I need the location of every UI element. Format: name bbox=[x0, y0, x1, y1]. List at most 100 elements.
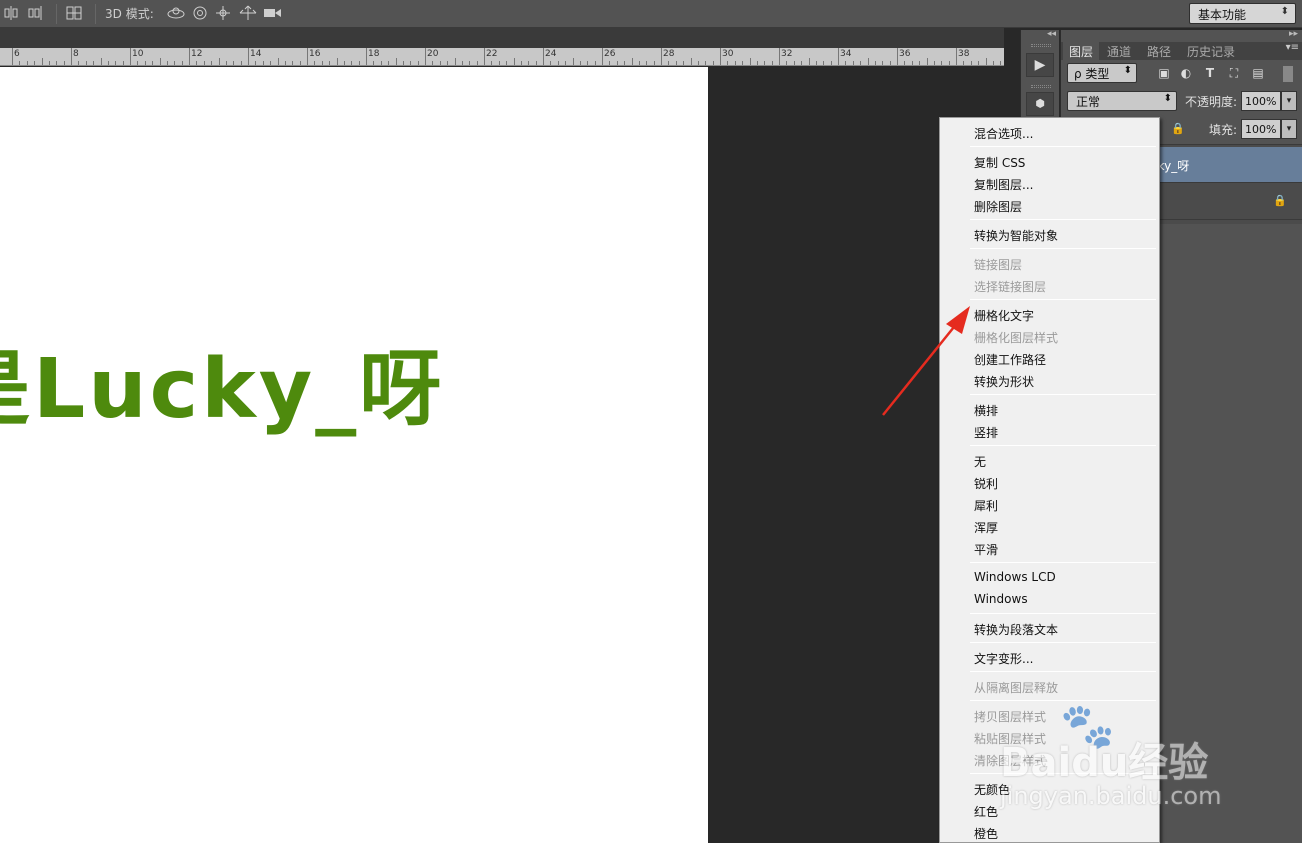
auto-align-layers-icon[interactable] bbox=[66, 5, 82, 21]
menu-item-aa-crisp[interactable]: 犀利 bbox=[974, 497, 998, 514]
collapse-dock-icon[interactable]: ◂◂ bbox=[1047, 29, 1056, 39]
ruler-minor-tick bbox=[410, 61, 412, 65]
menu-item-aa-sharp[interactable]: 锐利 bbox=[974, 475, 998, 492]
document-canvas[interactable]: 是Lucky_呀 bbox=[0, 67, 708, 843]
ruler-label: 34 bbox=[840, 49, 852, 59]
fill-input[interactable]: 100% bbox=[1241, 119, 1281, 139]
play-action-icon[interactable]: ▶ bbox=[1026, 53, 1054, 77]
menu-item-red[interactable]: 红色 bbox=[974, 803, 998, 820]
ruler-minor-tick bbox=[152, 61, 154, 65]
menu-item-convert-paragraph-text[interactable]: 转换为段落文本 bbox=[974, 621, 1058, 638]
tab-paths[interactable]: 路径 bbox=[1141, 42, 1177, 60]
ruler-minor-tick bbox=[911, 61, 913, 65]
menu-item-windows-lcd[interactable]: Windows LCD bbox=[974, 570, 1056, 584]
menu-item-orange[interactable]: 橙色 bbox=[974, 825, 998, 842]
menu-item-aa-none[interactable]: 无 bbox=[974, 453, 986, 470]
panel-menu-icon[interactable]: ▾≡ bbox=[1286, 42, 1299, 53]
filter-toggle-switch[interactable] bbox=[1283, 66, 1293, 82]
ruler-minor-tick bbox=[513, 58, 515, 65]
menu-item-aa-smooth[interactable]: 平滑 bbox=[974, 541, 998, 558]
ruler-label: 28 bbox=[663, 49, 675, 59]
smart-object-filter-icon[interactable]: ▤ bbox=[1251, 66, 1265, 80]
menu-item-windows[interactable]: Windows bbox=[974, 592, 1028, 606]
watermark-brand: Baidu经验 bbox=[1000, 740, 1209, 786]
lock-all-icon[interactable]: 🔒 bbox=[1171, 122, 1185, 135]
ruler-minor-tick bbox=[992, 61, 994, 65]
ruler-major-tick bbox=[779, 48, 780, 65]
ruler-minor-tick bbox=[550, 61, 552, 65]
roll-3d-icon[interactable] bbox=[192, 5, 208, 21]
menu-item-aa-strong[interactable]: 浑厚 bbox=[974, 519, 998, 536]
menu-item-blending-options[interactable]: 混合选项... bbox=[974, 125, 1033, 142]
ruler-major-tick bbox=[248, 48, 249, 65]
ruler-major-tick bbox=[12, 48, 13, 65]
shape-layer-filter-icon[interactable]: ⛶ bbox=[1227, 66, 1241, 80]
ruler-minor-tick bbox=[402, 61, 404, 65]
ruler-label: 20 bbox=[427, 49, 439, 59]
ruler-minor-tick bbox=[638, 61, 640, 65]
3d-panel-icon[interactable]: ⬢ bbox=[1026, 92, 1054, 116]
menu-separator bbox=[970, 248, 1156, 249]
ruler-minor-tick bbox=[100, 58, 102, 65]
menu-item-link-layers: 链接图层 bbox=[974, 258, 1023, 272]
ruler-minor-tick bbox=[845, 61, 847, 65]
align-right-edges-icon[interactable] bbox=[27, 5, 43, 21]
ruler-minor-tick bbox=[933, 61, 935, 65]
ruler-major-tick bbox=[543, 48, 544, 65]
ruler-minor-tick bbox=[557, 61, 559, 65]
ruler-minor-tick bbox=[535, 61, 537, 65]
ruler-label: 14 bbox=[250, 49, 262, 59]
ruler-minor-tick bbox=[727, 61, 729, 65]
align-horizontal-centers-icon[interactable] bbox=[3, 5, 19, 21]
ruler-minor-tick bbox=[166, 61, 168, 65]
horizontal-ruler[interactable]: 6 8 10 12 14 16 18 20 22 24 26 28 30 32 34 36 38 bbox=[0, 48, 1004, 66]
menu-item-warp-text[interactable]: 文字变形... bbox=[974, 650, 1033, 667]
ruler-minor-tick bbox=[34, 61, 36, 65]
blend-mode-select[interactable]: 正常 ⬍ bbox=[1067, 91, 1177, 111]
ruler-minor-tick bbox=[565, 61, 567, 65]
workspace-switcher[interactable]: 基本功能 ⬍ bbox=[1189, 3, 1296, 24]
scale-3d-camera-icon[interactable] bbox=[262, 5, 282, 21]
menu-item-vertical[interactable]: 竖排 bbox=[974, 424, 998, 441]
menu-item-copy-css[interactable]: 复制 CSS bbox=[974, 154, 1025, 171]
ruler-label: 8 bbox=[73, 49, 79, 59]
type-layer-filter-icon[interactable]: T bbox=[1203, 66, 1217, 80]
ruler-minor-tick bbox=[830, 61, 832, 65]
ruler-minor-tick bbox=[683, 61, 685, 65]
ruler-minor-tick bbox=[122, 61, 124, 65]
menu-item-select-linked-layers: 选择链接图层 bbox=[974, 280, 1047, 294]
adjustment-layer-filter-icon[interactable]: ◐ bbox=[1179, 66, 1193, 80]
ruler-minor-tick bbox=[587, 61, 589, 65]
slide-3d-icon[interactable] bbox=[238, 5, 258, 21]
ruler-minor-tick bbox=[823, 61, 825, 65]
ruler-minor-tick bbox=[852, 61, 854, 65]
opacity-input[interactable]: 100% bbox=[1241, 91, 1281, 111]
pixel-layer-filter-icon[interactable]: ▣ bbox=[1157, 66, 1171, 80]
ruler-minor-tick bbox=[801, 61, 803, 65]
ruler-label: 22 bbox=[486, 49, 498, 59]
opacity-dropdown-icon[interactable]: ▾ bbox=[1281, 91, 1297, 111]
ruler-minor-tick bbox=[373, 61, 375, 65]
ruler-minor-tick bbox=[572, 58, 574, 65]
collapse-panel-icon[interactable]: ▸▸ bbox=[1289, 29, 1298, 39]
orbit-3d-icon[interactable] bbox=[166, 5, 186, 21]
layer-filter-select[interactable]: ρ 类型 ⬍ bbox=[1067, 63, 1137, 83]
ruler-minor-tick bbox=[137, 61, 139, 65]
menu-item-delete-layer[interactable]: 删除图层 bbox=[974, 198, 1022, 215]
tab-history[interactable]: 历史记录 bbox=[1181, 42, 1241, 60]
ruler-minor-tick bbox=[756, 61, 758, 65]
tab-layers[interactable]: 图层 bbox=[1063, 42, 1100, 60]
menu-item-convert-smart-object[interactable]: 转换为智能对象 bbox=[974, 227, 1058, 244]
menu-item-duplicate-layer[interactable]: 复制图层... bbox=[974, 176, 1033, 193]
dock-grip[interactable] bbox=[1031, 44, 1051, 47]
menu-item-release-isolation: 从隔离图层释放 bbox=[974, 681, 1059, 695]
pan-3d-icon[interactable] bbox=[215, 5, 231, 21]
tab-channels[interactable]: 通道 bbox=[1101, 42, 1137, 60]
fill-dropdown-icon[interactable]: ▾ bbox=[1281, 119, 1297, 139]
ruler-label: 38 bbox=[958, 49, 970, 59]
dock-grip[interactable] bbox=[1031, 85, 1051, 88]
ruler-minor-tick bbox=[668, 61, 670, 65]
ruler-label: 36 bbox=[899, 49, 911, 59]
ruler-major-tick bbox=[71, 48, 72, 65]
canvas-text-layer[interactable]: 是Lucky_呀 bbox=[0, 322, 444, 441]
